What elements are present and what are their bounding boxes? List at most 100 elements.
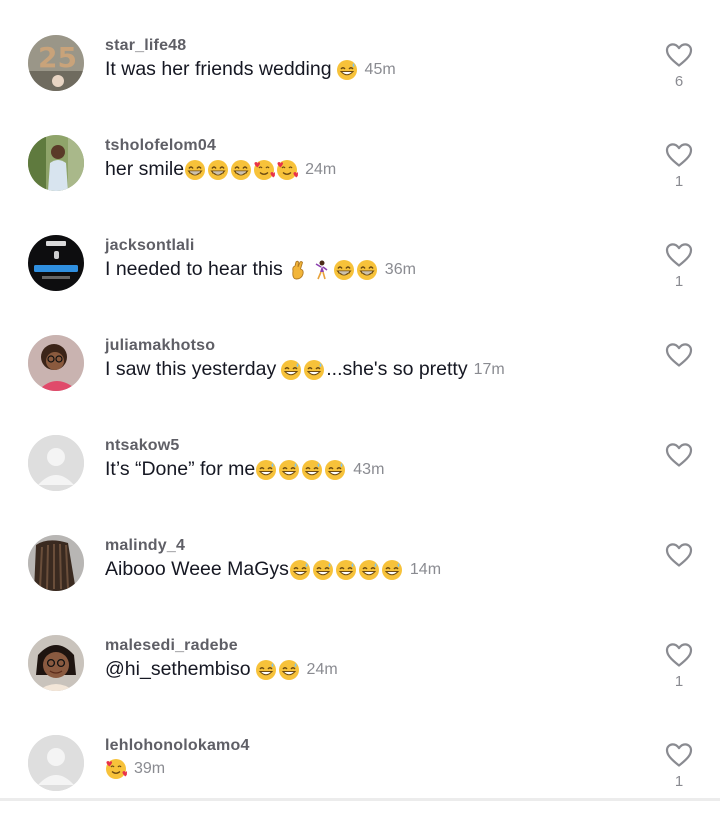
comment-time: 45m [364,60,396,78]
grin-sweat-emoji-icon [358,559,379,580]
smiling-hearts-emoji-icon [106,759,127,779]
like-count: 1 [674,273,684,290]
comment-body: I saw this yesterday [105,358,277,380]
heart-outline-icon [665,343,693,367]
comment-body: her smile [105,158,185,180]
beaming-face-emoji-icon [333,259,354,280]
heart-outline-icon [665,743,693,767]
default-avatar-icon [28,735,84,791]
comment-body: I needed to hear this [105,258,283,280]
comment-body: Aibooo Weee MaGys [105,558,289,580]
grin-sweat-emoji-icon [302,459,323,480]
grin-sweat-emoji-icon [325,459,346,480]
heart-outline-icon [665,243,693,267]
comment-row: 25 star_life48 It was her friends weddin… [0,32,720,132]
emoji-group [184,159,299,181]
comment-text: It was her friends wedding 45m [105,58,396,81]
avatar[interactable] [28,235,84,291]
emoji-group [336,59,359,81]
crossed-fingers-emoji-icon [292,260,304,279]
like-button[interactable]: 1 [664,242,694,290]
default-avatar-icon [28,435,84,491]
like-button[interactable] [664,442,694,488]
grin-sweat-emoji-icon [255,659,276,680]
username[interactable]: star_life48 [105,37,186,55]
comment-text: I saw this yesterday ...she's so pretty … [105,358,505,381]
emoji-group [280,359,326,381]
comment-text: Aibooo Weee MaGys 14m [105,558,441,581]
like-button[interactable]: 1 [664,142,694,190]
emoji-group [255,459,347,481]
username[interactable]: malindy_4 [105,537,185,555]
like-button[interactable]: 6 [664,42,694,90]
comment-row: tsholofelom04 her smile 24m 1 [0,132,720,232]
grin-sweat-emoji-icon [289,559,310,580]
avatar[interactable] [28,535,84,591]
heart-outline-icon [665,643,693,667]
svg-text:25: 25 [38,41,77,74]
comment-time: 39m [134,760,166,777]
like-button[interactable]: 1 [664,742,694,790]
like-button[interactable] [664,542,694,588]
heart-outline-icon [665,543,693,567]
comment-time: 36m [384,260,416,278]
heart-outline-icon [665,143,693,167]
username[interactable]: juliamakhotso [105,337,215,355]
comment-row: malesedi_radebe @hi_sethembiso 24m 1 [0,632,720,732]
grin-sweat-emoji-icon [335,559,356,580]
grin-sweat-emoji-icon [336,59,357,80]
avatar[interactable] [28,335,84,391]
comment-time: 24m [306,660,338,678]
like-count: 1 [674,773,684,790]
avatar[interactable]: 25 [28,35,84,91]
comment-body: It was her friends wedding [105,58,332,80]
person-dancing-emoji-icon [315,260,328,279]
avatar[interactable] [28,735,84,791]
beaming-face-emoji-icon [356,259,377,280]
username[interactable]: tsholofelom04 [105,137,216,155]
comment-row: ntsakow5 It’s “Done” for me 43m [0,432,720,532]
comment-time: 14m [409,560,442,578]
avatar[interactable] [28,635,84,691]
comment-text: @hi_sethembiso 24m [105,658,338,681]
like-count: 1 [674,173,684,190]
grin-sweat-emoji-icon [279,459,300,480]
beaming-face-emoji-icon [185,159,206,180]
heart-outline-icon [665,43,693,67]
emoji-group [287,259,379,281]
like-count: 1 [674,673,684,690]
username[interactable]: lehlohonolokamo4 [105,737,250,755]
beaming-face-emoji-icon [231,159,252,180]
comment-row: malindy_4 Aibooo Weee MaGys 14m [0,532,720,632]
heart-outline-icon [665,443,693,467]
smiling-hearts-emoji-icon [277,159,299,180]
comment-time: 43m [353,460,385,478]
grin-sweat-emoji-icon [312,559,333,580]
comment-text: I needed to hear this 36m [105,258,416,281]
comment-row: juliamakhotso I saw this yesterday ...sh… [0,332,720,432]
avatar[interactable] [28,135,84,191]
comment-list: 25 star_life48 It was her friends weddin… [0,0,720,801]
username[interactable]: malesedi_radebe [105,637,238,655]
smiling-hearts-emoji-icon [254,159,276,180]
comment-text: It’s “Done” for me 43m [105,458,384,481]
comment-text: her smile 24m [105,158,336,181]
grin-sweat-emoji-icon [381,559,402,580]
username[interactable]: ntsakow5 [105,437,180,455]
emoji-group [105,758,128,780]
comment-time: 24m [305,160,337,178]
username[interactable]: jacksontlali [105,237,195,255]
comment-body-tail: ...she's so pretty [326,358,468,380]
beaming-face-emoji-icon [208,159,229,180]
comment-row: jacksontlali I needed to hear this 36m 1 [0,232,720,332]
like-button[interactable] [664,342,694,388]
grin-sweat-emoji-icon [256,459,277,480]
avatar[interactable] [28,435,84,491]
emoji-group [255,659,301,681]
like-count: 6 [674,73,684,90]
grin-sweat-emoji-icon [304,359,325,380]
grin-sweat-emoji-icon [281,359,302,380]
like-button[interactable]: 1 [664,642,694,690]
comment-body: @hi_sethembiso [105,658,251,680]
comment-row: lehlohonolokamo4 39m 1 [0,732,720,832]
